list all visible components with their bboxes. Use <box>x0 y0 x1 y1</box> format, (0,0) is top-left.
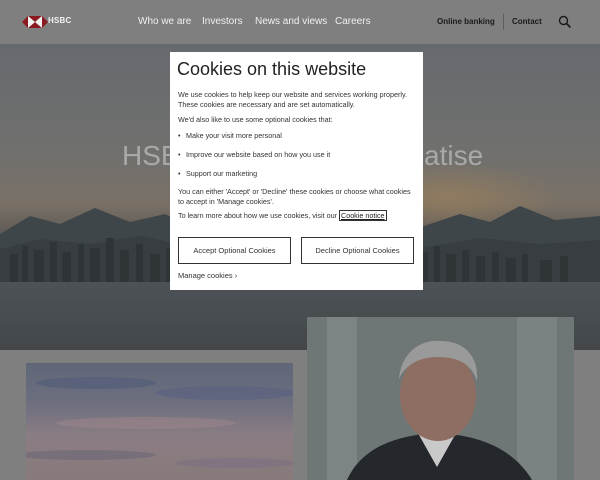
cookie-choice-text: You can either 'Accept' or 'Decline' the… <box>178 187 411 206</box>
nav-investors[interactable]: Investors <box>202 16 243 27</box>
sunset-sky-card-image[interactable] <box>26 363 293 480</box>
nav-careers[interactable]: Careers <box>335 16 371 27</box>
cookie-optional-intro: We'd also like to use some optional cook… <box>178 115 333 124</box>
cookie-intro-text: We use cookies to help keep our website … <box>178 90 408 109</box>
cookie-notice-link[interactable]: Cookie notice <box>341 211 385 220</box>
nav-news-and-views[interactable]: News and views <box>255 16 327 27</box>
search-icon[interactable] <box>558 15 572 29</box>
cookie-dialog: Cookies on this website We use cookies t… <box>170 52 423 290</box>
header-divider <box>503 14 504 30</box>
logo-text[interactable]: HSBC <box>48 16 71 25</box>
bullet-icon: • <box>178 131 181 140</box>
portrait-card-image[interactable] <box>307 317 574 480</box>
cookie-bullet-1: Make your visit more personal <box>186 131 282 140</box>
site-header: HSBC Who we are Investors News and views… <box>0 0 600 44</box>
manage-cookies-label: Manage cookies <box>178 271 233 280</box>
nav-who-we-are[interactable]: Who we are <box>138 16 191 27</box>
bullet-icon: • <box>178 169 181 178</box>
portrait-person-icon <box>307 317 574 480</box>
cloud-shapes <box>26 377 293 468</box>
cookie-learn-more: To learn more about how we use cookies, … <box>178 210 414 221</box>
cookie-bullet-2: Improve our website based on how you use… <box>186 150 331 159</box>
hero-title-end: atise <box>424 140 484 171</box>
online-banking-link[interactable]: Online banking <box>437 17 495 26</box>
cookie-dialog-title: Cookies on this website <box>177 59 367 79</box>
contact-link[interactable]: Contact <box>512 17 542 26</box>
accept-optional-cookies-button[interactable]: Accept Optional Cookies <box>178 237 291 264</box>
chevron-right-icon: › <box>234 271 238 280</box>
bullet-icon: • <box>178 150 181 159</box>
cookie-bullet-3: Support our marketing <box>186 169 258 178</box>
decline-optional-cookies-button[interactable]: Decline Optional Cookies <box>301 237 414 264</box>
cookie-learn-more-text: To learn more about how we use cookies, … <box>178 211 339 220</box>
manage-cookies-link[interactable]: Manage cookies › <box>178 271 237 280</box>
cookie-notice-focus-ring: Cookie notice <box>339 210 387 221</box>
